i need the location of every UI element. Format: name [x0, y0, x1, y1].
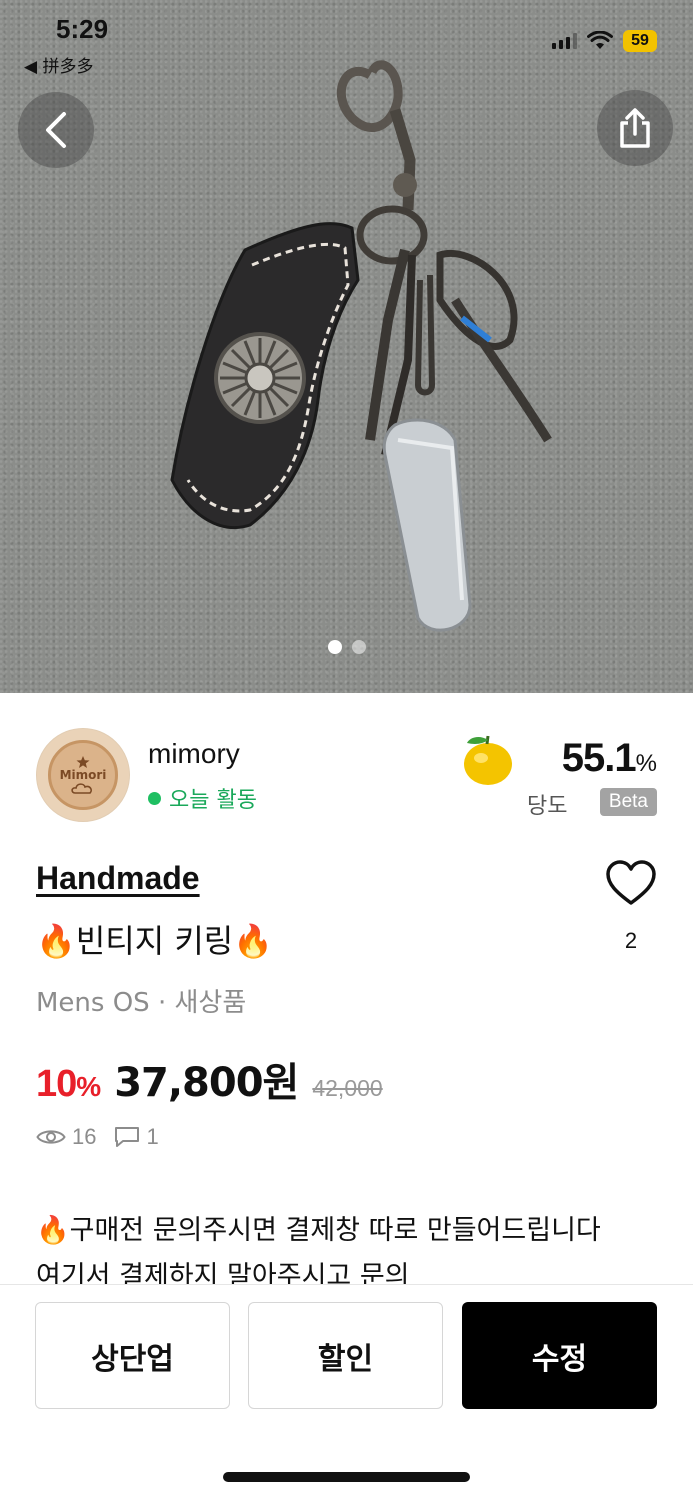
product-stats: 16 1	[36, 1124, 171, 1150]
activity-dot-icon	[148, 791, 161, 805]
carousel-dot-active[interactable]	[327, 640, 342, 654]
original-price: 42,000	[312, 1075, 383, 1101]
fruit-icon	[464, 735, 512, 785]
product-photo	[170, 60, 552, 632]
comment-count: 1	[146, 1124, 159, 1149]
eye-icon	[36, 1130, 66, 1144]
back-button[interactable]	[18, 92, 94, 168]
view-count: 16	[72, 1124, 97, 1149]
seller-name[interactable]: mimory	[148, 738, 240, 770]
like-count: 2	[624, 928, 638, 953]
wifi-icon	[587, 31, 613, 49]
beta-badge: Beta	[599, 788, 657, 816]
brand-link[interactable]: Handmade	[36, 860, 200, 897]
product-description: 🔥구매전 문의주시면 결제창 따로 만들어드립니다 여기서 결제하지 말아주시고…	[36, 1208, 666, 1284]
discount-rate: 10%	[36, 1063, 101, 1106]
discount-number: 10	[36, 1063, 77, 1105]
bottom-action-bar: 상단업 할인 수정	[0, 1284, 693, 1500]
cloud-icon	[71, 783, 92, 794]
seller-avatar[interactable]: Mimori	[36, 728, 130, 822]
star-icon	[76, 756, 90, 768]
price-row: 10% 37,800원 42,000	[36, 1050, 383, 1108]
avatar-logo-text: Mimori	[59, 768, 107, 782]
sweetness-number: 55.1	[561, 736, 637, 780]
sweetness-unit: %	[635, 750, 657, 777]
sweetness-value: 55.1%	[562, 736, 657, 781]
share-button[interactable]	[597, 90, 673, 166]
seller-activity-text: 오늘 활동	[169, 788, 257, 813]
product-image-carousel[interactable]: 5:29 ◀ 拼多多 59	[0, 0, 693, 693]
edit-button[interactable]: 수정	[462, 1302, 657, 1409]
discount-button[interactable]: 할인	[248, 1302, 443, 1409]
sweetness-label: 당도	[527, 794, 568, 819]
product-meta: Mens OS · 새상품	[36, 988, 247, 1018]
description-line: 여기서 결제하지 말아주시고 문의	[36, 1261, 410, 1284]
signal-icon	[552, 33, 577, 49]
heart-icon	[606, 860, 656, 905]
like-button[interactable]: 2	[605, 860, 657, 954]
status-time: 5:29	[56, 14, 109, 44]
description-line: 🔥구매전 문의주시면 결제창 따로 만들어드립니다	[36, 1215, 601, 1246]
battery-indicator: 59	[623, 30, 657, 52]
discount-unit: %	[76, 1071, 101, 1102]
status-bar: 5:29 ◀ 拼多多 59	[0, 0, 693, 80]
back-arrow-icon	[46, 112, 66, 148]
share-icon	[620, 108, 650, 148]
carousel-dots	[0, 640, 693, 654]
comment-icon	[115, 1127, 140, 1147]
product-title: 🔥빈티지 키링🔥	[36, 922, 274, 960]
bump-up-button[interactable]: 상단업	[35, 1302, 230, 1409]
sweetness-score[interactable]: 55.1% 당도 Beta	[457, 730, 657, 825]
home-indicator[interactable]	[223, 1472, 470, 1482]
back-to-app-link[interactable]: ◀ 拼多多	[24, 52, 93, 77]
sale-price: 37,800원	[114, 1060, 299, 1106]
seller-activity: 오늘 활동	[148, 782, 257, 814]
carousel-dot[interactable]	[351, 640, 366, 654]
